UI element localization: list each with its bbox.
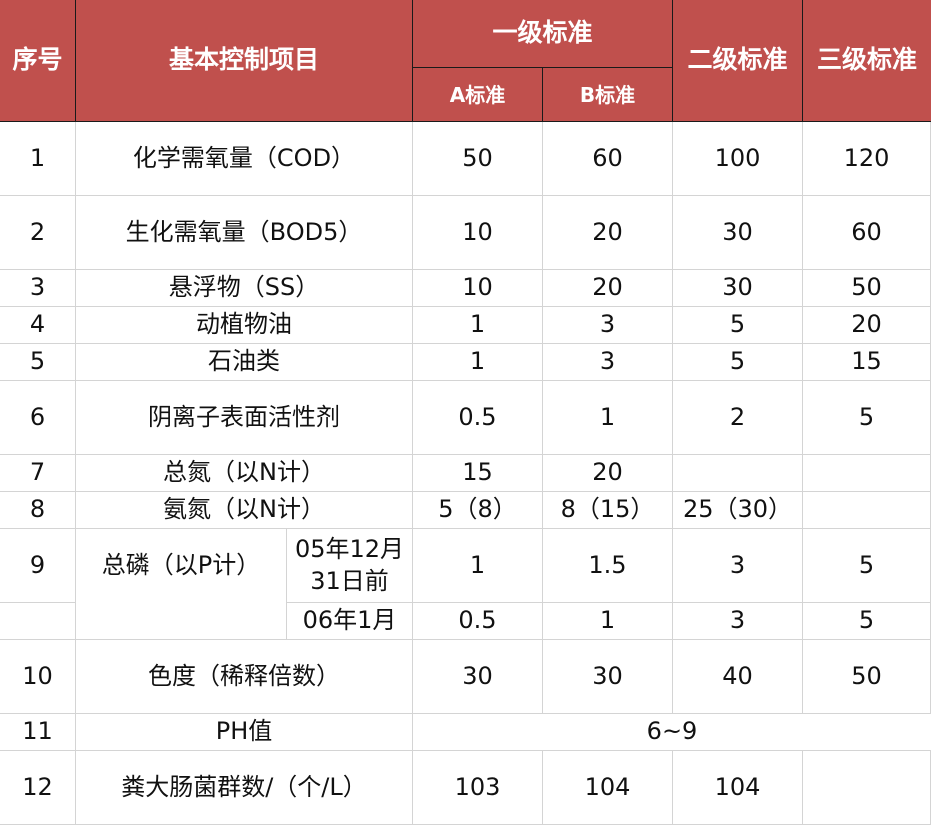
- cell-item[interactable]: 色度（稀释倍数）: [76, 640, 413, 714]
- cell-grade2[interactable]: 2: [673, 381, 803, 455]
- cell-grade1-b[interactable]: 8（15）: [543, 492, 673, 529]
- cell-item[interactable]: 石油类: [76, 344, 413, 381]
- cell-period[interactable]: 05年12月31日前: [287, 529, 413, 603]
- cell-grade1-a[interactable]: 1: [413, 529, 543, 603]
- header-grade3[interactable]: 三级标准: [803, 0, 931, 122]
- cell-grade1-b[interactable]: 20: [543, 196, 673, 270]
- cell-no[interactable]: 10: [0, 640, 76, 714]
- cell-grade1-b[interactable]: 1: [543, 381, 673, 455]
- header-index[interactable]: 序号: [0, 0, 76, 122]
- cell-grade1-b[interactable]: 3: [543, 344, 673, 381]
- cell-grade3[interactable]: 5: [803, 603, 931, 640]
- cell-item[interactable]: 总氮（以N计）: [76, 455, 413, 492]
- cell-grade3[interactable]: 50: [803, 640, 931, 714]
- cell-grade1-b[interactable]: 104: [543, 751, 673, 825]
- cell-grade1-a[interactable]: 1: [413, 307, 543, 344]
- cell-no[interactable]: 11: [0, 714, 76, 751]
- cell-grade1-a[interactable]: 0.5: [413, 381, 543, 455]
- cell-grade1-b[interactable]: 20: [543, 270, 673, 307]
- cell-grade2[interactable]: 5: [673, 344, 803, 381]
- cell-item[interactable]: 粪大肠菌群数/（个/L）: [76, 751, 413, 825]
- cell-grade1-b[interactable]: 1.5: [543, 529, 673, 603]
- cell-grade3[interactable]: [803, 455, 931, 492]
- cell-item[interactable]: 动植物油: [76, 307, 413, 344]
- cell-no[interactable]: 6: [0, 381, 76, 455]
- cell-grade1-a[interactable]: 30: [413, 640, 543, 714]
- cell-grade1-a[interactable]: 0.5: [413, 603, 543, 640]
- cell-no[interactable]: 12: [0, 751, 76, 825]
- cell-grade2[interactable]: [673, 455, 803, 492]
- header-item[interactable]: 基本控制项目: [76, 0, 413, 122]
- cell-item[interactable]: 生化需氧量（BOD5）: [76, 196, 413, 270]
- cell-grade2[interactable]: 100: [673, 122, 803, 196]
- cell-grade3[interactable]: 120: [803, 122, 931, 196]
- cell-no[interactable]: 4: [0, 307, 76, 344]
- cell-no[interactable]: 9: [0, 529, 76, 603]
- cell-grade1-a[interactable]: 10: [413, 196, 543, 270]
- cell-grade1-a[interactable]: 10: [413, 270, 543, 307]
- cell-no[interactable]: 2: [0, 196, 76, 270]
- cell-no[interactable]: 1: [0, 122, 76, 196]
- header-grade1[interactable]: 一级标准: [413, 0, 673, 68]
- cell-no[interactable]: 8: [0, 492, 76, 529]
- cell-grade3[interactable]: 20: [803, 307, 931, 344]
- cell-grade2[interactable]: 104: [673, 751, 803, 825]
- cell-item[interactable]: [76, 603, 287, 640]
- cell-grade3[interactable]: 15: [803, 344, 931, 381]
- header-grade1-a[interactable]: A标准: [413, 68, 543, 122]
- cell-item[interactable]: 总磷（以P计）: [76, 529, 287, 603]
- cell-item[interactable]: 化学需氧量（COD）: [76, 122, 413, 196]
- cell-grade3[interactable]: 5: [803, 381, 931, 455]
- cell-grade1-a[interactable]: 50: [413, 122, 543, 196]
- cell-grade1-a[interactable]: 103: [413, 751, 543, 825]
- cell-grade3[interactable]: [803, 751, 931, 825]
- cell-no[interactable]: [0, 603, 76, 640]
- cell-period[interactable]: 06年1月: [287, 603, 413, 640]
- cell-grade2[interactable]: 25（30）: [673, 492, 803, 529]
- cell-no[interactable]: 7: [0, 455, 76, 492]
- cell-grade3[interactable]: 5: [803, 529, 931, 603]
- cell-grade1-a[interactable]: 15: [413, 455, 543, 492]
- cell-grade2[interactable]: 30: [673, 196, 803, 270]
- cell-grade2[interactable]: 5: [673, 307, 803, 344]
- cell-merged-value[interactable]: 6~9: [413, 714, 931, 751]
- cell-grade2[interactable]: 3: [673, 603, 803, 640]
- cell-item[interactable]: PH值: [76, 714, 413, 751]
- cell-grade3[interactable]: 50: [803, 270, 931, 307]
- cell-grade1-a[interactable]: 1: [413, 344, 543, 381]
- cell-item[interactable]: 氨氮（以N计）: [76, 492, 413, 529]
- cell-grade2[interactable]: 30: [673, 270, 803, 307]
- water-standards-table: 序号 基本控制项目 一级标准 A标准 B标准 二级标准 三级标准 1 化学需氧量…: [0, 0, 931, 825]
- cell-item[interactable]: 阴离子表面活性剂: [76, 381, 413, 455]
- header-grade2[interactable]: 二级标准: [673, 0, 803, 122]
- cell-grade1-b[interactable]: 1: [543, 603, 673, 640]
- cell-item[interactable]: 悬浮物（SS）: [76, 270, 413, 307]
- cell-grade2[interactable]: 3: [673, 529, 803, 603]
- cell-grade1-b[interactable]: 30: [543, 640, 673, 714]
- cell-grade3[interactable]: 60: [803, 196, 931, 270]
- cell-no[interactable]: 5: [0, 344, 76, 381]
- cell-grade1-b[interactable]: 20: [543, 455, 673, 492]
- cell-grade2[interactable]: 40: [673, 640, 803, 714]
- header-grade1-b[interactable]: B标准: [543, 68, 673, 122]
- cell-grade1-b[interactable]: 3: [543, 307, 673, 344]
- cell-grade3[interactable]: [803, 492, 931, 529]
- cell-grade1-a[interactable]: 5（8）: [413, 492, 543, 529]
- cell-grade1-b[interactable]: 60: [543, 122, 673, 196]
- cell-no[interactable]: 3: [0, 270, 76, 307]
